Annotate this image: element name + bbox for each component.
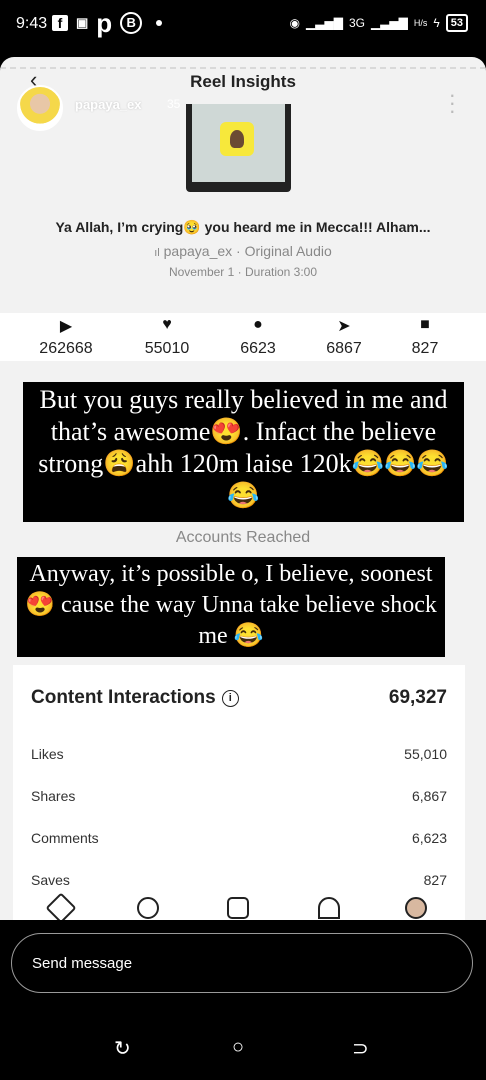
reels-icon[interactable] [227,897,249,919]
stat-comments: ● 6623 [218,313,298,358]
stat-value: 55010 [144,340,190,357]
audio-label: papaya_ex · Original Audio [163,243,332,259]
stat-value: 262668 [39,340,93,357]
signal-icon: ▁▃▅▇ [306,16,343,30]
stats-row: ▶ 262668 ♥ 55010 ● 6623 ➤ 6867 ■ 827 [0,313,486,361]
comment-icon: ● [253,316,263,333]
send-message-input[interactable]: Send message [11,933,473,993]
row-label: Comments [31,830,99,846]
notification-icons: f ▣ p B [52,8,163,38]
send-icon: ➤ [337,318,351,335]
profile-icon[interactable] [405,897,427,919]
row-value: 6,867 [411,788,447,804]
stat-plays: ▶ 262668 [26,313,106,358]
p-app-icon: p [96,8,113,38]
more-options-icon[interactable]: · · · [449,84,456,122]
row-value: 827 [423,872,447,888]
recent-apps-icon[interactable]: ↻ [114,1036,131,1061]
home-icon[interactable] [45,892,77,920]
content-interactions-total: 69,327 [388,687,447,708]
row-label: Saves [31,872,70,888]
card-title: Content Interactions [31,687,216,708]
battery-icon: 53 [445,14,468,32]
hotspot-icon: ◉ [289,16,301,30]
reel-caption: Ya Allah, I’m crying🥹 you heard me in Me… [55,219,431,235]
reel-meta: November 1 · Duration 3:00 [168,265,318,279]
row-label: Likes [31,746,64,762]
story-progress [0,67,486,69]
reel-thumbnail[interactable] [186,104,291,192]
stat-value: 6623 [240,340,276,357]
send-message-placeholder: Send message [32,955,133,972]
bookmark-icon: ■ [420,316,430,333]
b-app-icon: B [120,12,143,34]
reel-audio[interactable]: ıl papaya_ex · Original Audio [0,243,486,259]
row-label: Shares [31,788,76,804]
avatar[interactable] [17,85,63,131]
stat-likes: ♥ 55010 [127,313,207,358]
status-time: 9:43 [16,15,48,32]
stat-value: 827 [411,340,439,357]
info-icon[interactable]: i [221,690,239,707]
audio-icon: ıl [154,247,160,259]
interaction-row-comments: Comments 6,623 [31,830,447,846]
content-interactions-title: Content Interactions i [31,687,239,709]
page-title: Reel Insights [190,72,296,91]
stat-value: 6867 [326,340,362,357]
signal-icon-2: ▁▃▅▇ [370,16,408,30]
back-nav-icon[interactable]: ⊃ [352,1036,369,1061]
stat-saves: ■ 827 [385,313,465,358]
stat-shares: ➤ 6867 [304,313,384,358]
sim-icon: ▣ [76,15,89,30]
accounts-reached-label: Accounts Reached [175,529,311,546]
bottom-tab-bar [0,892,486,920]
content-interactions-card: Content Interactions i 69,327 Likes 55,01… [13,665,465,920]
heart-icon: ♥ [162,316,172,333]
dot-icon [156,20,163,26]
system-icons: ◉ ▁▃▅▇ 3G ▁▃▅▇ H/s ϟ 53 [290,14,468,32]
story-text-overlay-1: But you guys really believed in me and t… [23,382,464,522]
row-value: 6,623 [411,830,447,846]
interaction-row-shares: Shares 6,867 [31,788,447,804]
interaction-row-saves: Saves 827 [31,872,447,888]
charging-icon: ϟ [433,16,440,30]
home-nav-icon[interactable]: ○ [232,1036,244,1059]
story-username[interactable]: papaya_ex [75,97,142,112]
play-icon: ▶ [59,318,73,335]
network-type: 3G [348,16,365,30]
status-bar: 9:43 f ▣ p B ◉ ▁▃▅▇ 3G ▁▃▅▇ H/s ϟ 53 [0,0,486,48]
insights-sheet: ‹ Reel Insights papaya_ex 35 · · · Ya Alla… [0,57,486,920]
interaction-row-likes: Likes 55,010 [31,746,447,762]
story-text-overlay-2: Anyway, it’s possible o, I believe, soon… [17,557,445,657]
data-rate: H/s [413,18,428,28]
facebook-icon: f [52,15,68,31]
row-value: 55,010 [404,746,447,762]
heart-tab-icon[interactable] [318,897,340,919]
story-time: 35 [167,97,181,111]
search-icon[interactable] [137,897,159,919]
